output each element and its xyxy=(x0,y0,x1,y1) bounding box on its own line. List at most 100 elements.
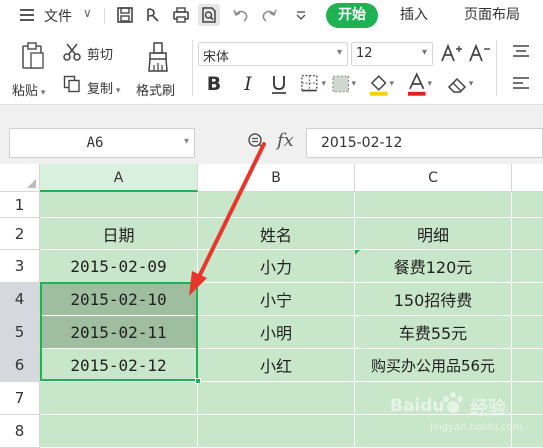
customize-toolbar-icon[interactable] xyxy=(290,4,312,26)
column-header-b[interactable]: B xyxy=(198,164,355,192)
divider xyxy=(104,8,105,24)
font-size-select[interactable]: 12 ▾ xyxy=(351,42,433,66)
select-all-corner[interactable] xyxy=(0,164,40,192)
scissors-icon[interactable] xyxy=(62,42,82,62)
cell-b4[interactable]: 小宁 xyxy=(198,283,355,316)
name-box-value: A6 xyxy=(86,135,104,151)
cell-a4[interactable]: 2015-02-10 xyxy=(40,283,198,316)
fill-handle[interactable] xyxy=(195,378,201,384)
cell-b7[interactable] xyxy=(198,382,355,415)
tab-home[interactable]: 开始 xyxy=(326,3,378,28)
baidu-watermark: Baidu 经验 jingyan.baidu.com xyxy=(390,388,540,444)
font-name-select[interactable]: 宋体 ▾ xyxy=(198,42,348,66)
font-name-value: 宋体 xyxy=(203,50,230,65)
tab-page-layout[interactable]: 页面布局 xyxy=(452,3,532,28)
column-header-a[interactable]: A xyxy=(40,164,198,192)
cell-c1[interactable] xyxy=(355,192,512,218)
cell-c5[interactable]: 车费55元 xyxy=(355,316,512,349)
row-header[interactable]: 2 xyxy=(0,218,40,250)
italic-icon[interactable]: I xyxy=(237,72,259,96)
file-menu[interactable]: 文件 xyxy=(44,6,72,26)
align-top-icon[interactable] xyxy=(510,42,532,62)
decrease-font-icon[interactable] xyxy=(468,42,490,64)
zoom-icon[interactable] xyxy=(247,132,265,150)
cell-d4[interactable] xyxy=(512,283,543,316)
row-header[interactable]: 5 xyxy=(0,316,40,349)
copy-label: 复制 xyxy=(87,82,114,97)
tab-insert[interactable]: 插入 xyxy=(390,3,438,28)
cell-a2[interactable]: 日期 xyxy=(40,218,198,250)
cell-a1[interactable] xyxy=(40,192,198,218)
watermark-url: jingyan.baidu.com xyxy=(430,422,523,433)
error-indicator xyxy=(355,250,360,255)
cell-b6[interactable]: 小红 xyxy=(198,349,355,382)
row-header[interactable]: 4 xyxy=(0,283,40,316)
cell-b5[interactable]: 小明 xyxy=(198,316,355,349)
cell-a8[interactable] xyxy=(40,415,198,448)
watermark-word: 经验 xyxy=(470,398,506,419)
cut-button[interactable]: 剪切 xyxy=(87,44,113,63)
cell-c6[interactable]: 购买办公用品56元 xyxy=(355,349,512,382)
row-header[interactable]: 7 xyxy=(0,382,40,415)
cell-b3[interactable]: 小力 xyxy=(198,250,355,283)
watermark-brand: Baidu xyxy=(390,396,445,416)
cell-b1[interactable] xyxy=(198,192,355,218)
ribbon: 粘贴 ▾ 剪切 复制 ▾ 格式刷 宋体 ▾ 12 ▾ B I ▾ ▾ ▾ ▾ ▾ xyxy=(0,32,543,104)
font-color-icon[interactable]: ▾ xyxy=(406,70,432,98)
chevron-down-icon[interactable]: ▾ xyxy=(184,136,189,147)
cell-fill-icon[interactable]: ▾ xyxy=(330,72,356,96)
chevron-down-icon[interactable]: ∨ xyxy=(83,6,92,20)
cell-a6[interactable]: 2015-02-12 xyxy=(40,349,198,382)
formula-bar: A6 ▾ fx 2015-02-12 xyxy=(0,124,543,164)
row-header[interactable]: 1 xyxy=(0,192,40,218)
format-painter-icon[interactable] xyxy=(143,40,173,74)
chevron-down-icon: ▾ xyxy=(421,47,427,58)
formula-value: 2015-02-12 xyxy=(321,135,403,151)
cell-c3[interactable]: 餐费120元 xyxy=(355,250,512,283)
copy-button[interactable]: 复制 ▾ xyxy=(87,78,120,97)
format-painter-button[interactable]: 格式刷 xyxy=(136,80,175,99)
row-header[interactable]: 6 xyxy=(0,349,40,382)
cell-d6[interactable] xyxy=(512,349,543,382)
column-header-d[interactable] xyxy=(512,164,543,192)
align-left-icon[interactable] xyxy=(510,74,532,94)
cell-d2[interactable] xyxy=(512,218,543,250)
divider xyxy=(192,40,193,96)
menu-icon[interactable] xyxy=(20,9,34,21)
eraser-icon[interactable]: ▾ xyxy=(446,72,474,96)
border-icon[interactable]: ▾ xyxy=(300,72,326,96)
underline-icon[interactable] xyxy=(268,72,290,96)
paste-button[interactable]: 粘贴 ▾ xyxy=(12,80,45,99)
divider xyxy=(496,40,497,96)
column-header-c[interactable]: C xyxy=(355,164,512,192)
cell-a3[interactable]: 2015-02-09 xyxy=(40,250,198,283)
cell-d3[interactable] xyxy=(512,250,543,283)
formula-input[interactable]: 2015-02-12 xyxy=(306,128,543,158)
print-preview-icon[interactable] xyxy=(198,4,220,26)
paste-label: 粘贴 xyxy=(12,84,39,99)
undo-icon[interactable] xyxy=(230,4,252,26)
row-header[interactable]: 3 xyxy=(0,250,40,283)
cell-d5[interactable] xyxy=(512,316,543,349)
cell-a7[interactable] xyxy=(40,382,198,415)
cell-b2[interactable]: 姓名 xyxy=(198,218,355,250)
name-box[interactable]: A6 ▾ xyxy=(9,128,195,158)
increase-font-icon[interactable] xyxy=(440,42,462,64)
paste-icon[interactable] xyxy=(18,40,48,72)
row-header[interactable]: 8 xyxy=(0,415,40,448)
chevron-down-icon: ▾ xyxy=(336,47,342,58)
cell-a5[interactable]: 2015-02-11 xyxy=(40,316,198,349)
cell-b8[interactable] xyxy=(198,415,355,448)
cell-d1[interactable] xyxy=(512,192,543,218)
cell-c4[interactable]: 150招待费 xyxy=(355,283,512,316)
save-icon[interactable] xyxy=(114,4,136,26)
bold-icon[interactable]: B xyxy=(203,72,225,96)
print-icon[interactable] xyxy=(170,4,192,26)
highlight-color-icon[interactable]: ▾ xyxy=(368,70,394,98)
redo-icon[interactable] xyxy=(258,4,280,26)
copy-icon[interactable] xyxy=(62,74,82,94)
font-size-value: 12 xyxy=(356,46,373,61)
fx-icon[interactable]: fx xyxy=(277,130,294,151)
output-pdf-icon[interactable] xyxy=(142,4,164,26)
cell-c2[interactable]: 明细 xyxy=(355,218,512,250)
